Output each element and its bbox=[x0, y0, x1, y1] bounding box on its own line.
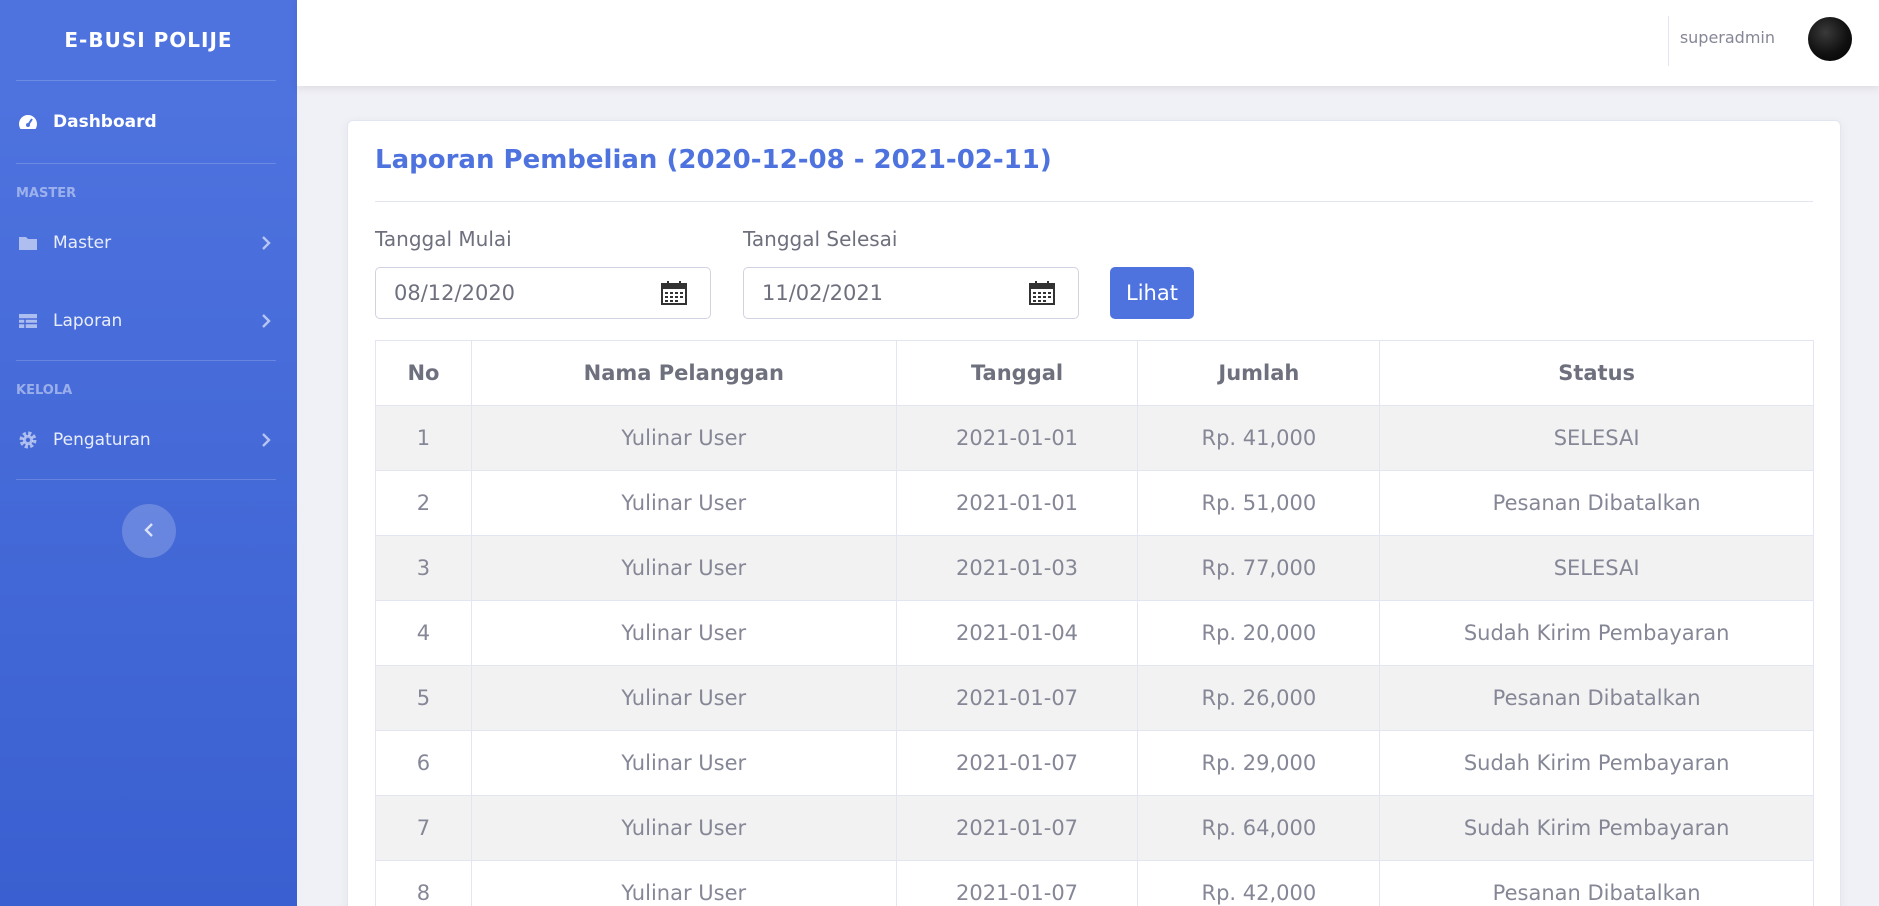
cell-status: SELESAI bbox=[1379, 405, 1814, 471]
cell-amount: Rp. 41,000 bbox=[1137, 405, 1381, 471]
page-title: Laporan Pembelian (2020-12-08 - 2021-02-… bbox=[375, 145, 1052, 175]
cell-no: 3 bbox=[375, 535, 472, 601]
table-row: 3 Yulinar User 2021-01-03 Rp. 77,000 SEL… bbox=[375, 535, 1814, 601]
cell-date: 2021-01-07 bbox=[895, 665, 1139, 731]
topbar: superadmin bbox=[297, 0, 1879, 86]
avatar[interactable] bbox=[1808, 17, 1852, 61]
cell-customer: Yulinar User bbox=[470, 730, 897, 796]
table-row: 6 Yulinar User 2021-01-07 Rp. 29,000 Sud… bbox=[375, 730, 1814, 796]
column-header-jumlah[interactable]: Jumlah bbox=[1137, 340, 1381, 406]
report-card: Laporan Pembelian (2020-12-08 - 2021-02-… bbox=[347, 120, 1841, 906]
folder-icon bbox=[18, 233, 38, 253]
sidebar-item-master[interactable]: Master bbox=[0, 204, 297, 282]
table-icon bbox=[18, 311, 38, 331]
cell-status: Pesanan Dibatalkan bbox=[1379, 470, 1814, 536]
column-header-nama-pelanggan[interactable]: Nama Pelanggan bbox=[470, 340, 897, 406]
sidebar: E-BUSI POLIJE Dashboard MASTER Master La… bbox=[0, 0, 297, 906]
cell-amount: Rp. 20,000 bbox=[1137, 600, 1381, 666]
column-header-no[interactable]: No bbox=[375, 340, 472, 406]
sidebar-item-dashboard[interactable]: Dashboard bbox=[0, 81, 297, 163]
cell-no: 2 bbox=[375, 470, 472, 536]
table-row: 5 Yulinar User 2021-01-07 Rp. 26,000 Pes… bbox=[375, 665, 1814, 731]
cell-no: 6 bbox=[375, 730, 472, 796]
cell-amount: Rp. 42,000 bbox=[1137, 860, 1381, 906]
start-date-input[interactable]: 08/12/2020 bbox=[375, 267, 711, 319]
cell-date: 2021-01-03 bbox=[895, 535, 1139, 601]
chevron-right-icon bbox=[261, 314, 273, 328]
cell-status: Pesanan Dibatalkan bbox=[1379, 860, 1814, 906]
sidebar-divider bbox=[16, 479, 276, 480]
cell-status: Sudah Kirim Pembayaran bbox=[1379, 730, 1814, 796]
column-header-status[interactable]: Status bbox=[1379, 340, 1814, 406]
sidebar-item-pengaturan[interactable]: Pengaturan bbox=[0, 401, 297, 479]
cell-customer: Yulinar User bbox=[470, 405, 897, 471]
start-date-value: 08/12/2020 bbox=[394, 281, 516, 305]
cell-status: SELESAI bbox=[1379, 535, 1814, 601]
cell-no: 4 bbox=[375, 600, 472, 666]
brand-logo[interactable]: E-BUSI POLIJE bbox=[0, 0, 297, 80]
cell-date: 2021-01-01 bbox=[895, 405, 1139, 471]
table-row: 4 Yulinar User 2021-01-04 Rp. 20,000 Sud… bbox=[375, 600, 1814, 666]
cell-date: 2021-01-04 bbox=[895, 600, 1139, 666]
sidebar-item-laporan[interactable]: Laporan bbox=[0, 282, 297, 360]
card-divider bbox=[375, 201, 1813, 202]
cell-date: 2021-01-07 bbox=[895, 860, 1139, 906]
cell-customer: Yulinar User bbox=[470, 600, 897, 666]
cell-amount: Rp. 64,000 bbox=[1137, 795, 1381, 861]
end-date-input[interactable]: 11/02/2021 bbox=[743, 267, 1079, 319]
cell-amount: Rp. 77,000 bbox=[1137, 535, 1381, 601]
cell-date: 2021-01-01 bbox=[895, 470, 1139, 536]
sidebar-heading-master: MASTER bbox=[16, 186, 77, 201]
chevron-right-icon bbox=[261, 433, 273, 447]
user-name[interactable]: superadmin bbox=[1680, 28, 1775, 47]
chevron-left-icon bbox=[143, 522, 154, 541]
cell-date: 2021-01-07 bbox=[895, 795, 1139, 861]
table-header-row: No Nama Pelanggan Tanggal Jumlah Status bbox=[375, 340, 1814, 406]
cell-status: Sudah Kirim Pembayaran bbox=[1379, 600, 1814, 666]
cell-customer: Yulinar User bbox=[470, 470, 897, 536]
cell-no: 7 bbox=[375, 795, 472, 861]
calendar-icon[interactable] bbox=[1028, 280, 1056, 306]
sidebar-item-label: Laporan bbox=[53, 311, 123, 331]
cell-amount: Rp. 26,000 bbox=[1137, 665, 1381, 731]
cell-status: Pesanan Dibatalkan bbox=[1379, 665, 1814, 731]
table-row: 2 Yulinar User 2021-01-01 Rp. 51,000 Pes… bbox=[375, 470, 1814, 536]
sidebar-item-label: Pengaturan bbox=[53, 430, 151, 450]
cell-no: 1 bbox=[375, 405, 472, 471]
column-header-tanggal[interactable]: Tanggal bbox=[895, 340, 1139, 406]
cell-customer: Yulinar User bbox=[470, 665, 897, 731]
cell-no: 8 bbox=[375, 860, 472, 906]
table-row: 1 Yulinar User 2021-01-01 Rp. 41,000 SEL… bbox=[375, 405, 1814, 471]
cell-customer: Yulinar User bbox=[470, 795, 897, 861]
topbar-divider bbox=[1668, 16, 1669, 66]
view-button[interactable]: Lihat bbox=[1110, 267, 1194, 319]
sidebar-heading-kelola: KELOLA bbox=[16, 383, 73, 398]
cell-amount: Rp. 29,000 bbox=[1137, 730, 1381, 796]
cell-customer: Yulinar User bbox=[470, 860, 897, 906]
end-date-value: 11/02/2021 bbox=[762, 281, 884, 305]
table-row: 8 Yulinar User 2021-01-07 Rp. 42,000 Pes… bbox=[375, 860, 1814, 906]
end-date-label: Tanggal Selesai bbox=[743, 227, 898, 251]
calendar-icon[interactable] bbox=[660, 280, 688, 306]
start-date-label: Tanggal Mulai bbox=[375, 227, 512, 251]
cell-date: 2021-01-07 bbox=[895, 730, 1139, 796]
sidebar-toggle-button[interactable] bbox=[121, 504, 176, 558]
cell-amount: Rp. 51,000 bbox=[1137, 470, 1381, 536]
sidebar-item-label: Master bbox=[53, 233, 112, 253]
cell-customer: Yulinar User bbox=[470, 535, 897, 601]
tachometer-icon bbox=[18, 112, 38, 132]
cell-status: Sudah Kirim Pembayaran bbox=[1379, 795, 1814, 861]
sidebar-item-label: Dashboard bbox=[53, 112, 157, 132]
gear-icon bbox=[18, 430, 38, 450]
table-row: 7 Yulinar User 2021-01-07 Rp. 64,000 Sud… bbox=[375, 795, 1814, 861]
cell-no: 5 bbox=[375, 665, 472, 731]
chevron-right-icon bbox=[261, 236, 273, 250]
report-table: No Nama Pelanggan Tanggal Jumlah Status … bbox=[375, 340, 1814, 906]
